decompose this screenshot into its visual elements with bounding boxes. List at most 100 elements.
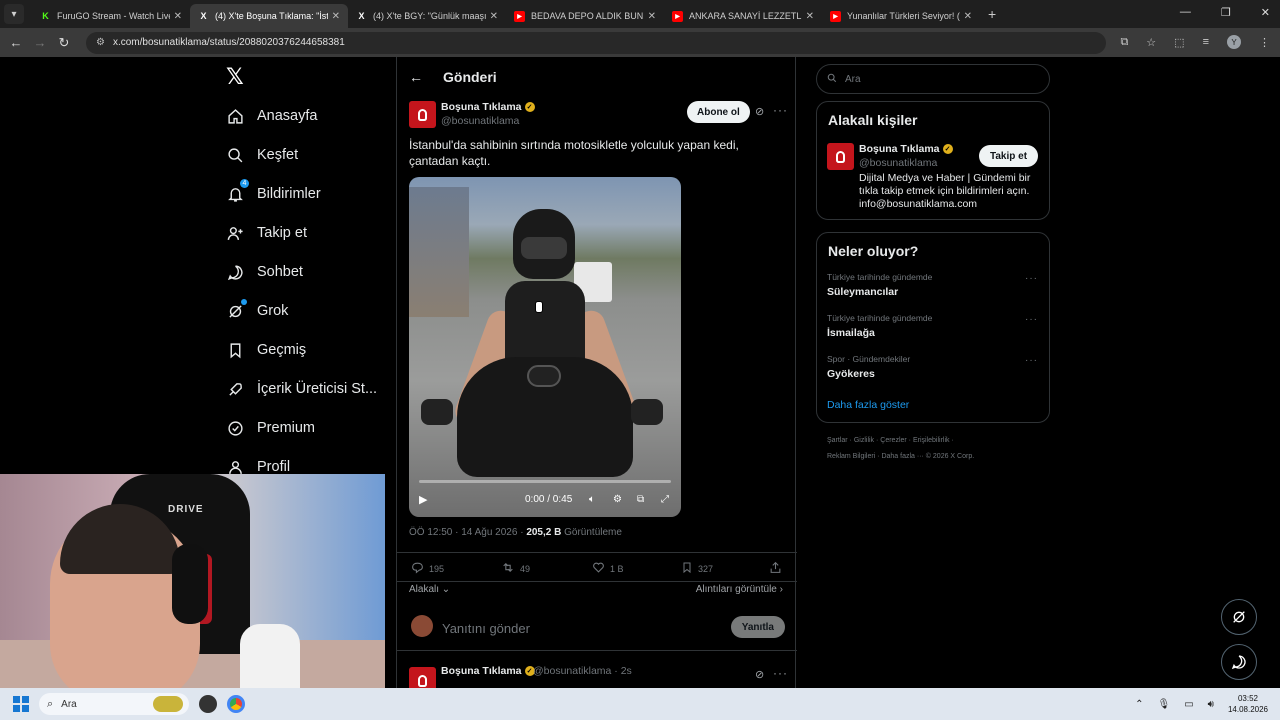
- messages-float-button[interactable]: [1221, 644, 1257, 680]
- taskbar-search[interactable]: ⌕ Ara: [39, 693, 189, 715]
- back-icon[interactable]: ←: [4, 35, 28, 50]
- display-icon[interactable]: ▭: [1184, 699, 1193, 710]
- reply-author-name[interactable]: Boşuna Tıklama ✓: [441, 665, 535, 677]
- url-field[interactable]: ⚙ x.com/bosunatiklama/status/20880203762…: [86, 31, 1106, 54]
- x-logo-icon[interactable]: 𝕏: [226, 65, 244, 90]
- grok-explain-icon[interactable]: ⊘: [755, 105, 764, 118]
- related-label: Alakalı: [409, 584, 440, 595]
- footer-links[interactable]: Şartlar · Gizlilik · Çerezler · Erişileb…: [827, 433, 1047, 449]
- search-input[interactable]: Ara: [816, 64, 1050, 94]
- reply-icon: [411, 561, 424, 577]
- reply-input[interactable]: Yanıtını gönder: [442, 621, 530, 636]
- browser-tab[interactable]: ▶ ANKARA SANAYİ LEZZETLERİN ✕: [664, 4, 822, 28]
- post-text: İstanbul'da sahibinin sırtında motosikle…: [409, 138, 739, 168]
- cast-icon[interactable]: ⧉: [1120, 36, 1128, 49]
- widget-icon[interactable]: [153, 696, 183, 712]
- related-person-avatar[interactable]: [827, 143, 854, 170]
- related-dropdown[interactable]: Alakalı ⌄: [409, 584, 450, 595]
- tray-chevron-icon[interactable]: ⌃: [1135, 699, 1143, 710]
- trend-item[interactable]: Türkiye tarihinde gündemde Süleymancılar: [827, 272, 932, 298]
- tab-label: (4) X'te BGY: "Günlük maaşın ya: [373, 11, 486, 21]
- site-info-icon[interactable]: ⚙: [96, 37, 105, 48]
- bookmark-star-icon[interactable]: ☆: [1146, 36, 1156, 49]
- grok-float-button[interactable]: [1221, 599, 1257, 635]
- trend-item[interactable]: Türkiye tarihinde gündemde İsmailağa: [827, 313, 932, 339]
- play-icon[interactable]: ▶: [419, 493, 427, 506]
- trend-item[interactable]: Spor · Gündemdekiler Gyökeres: [827, 354, 910, 380]
- browser-tab[interactable]: ▶ Yunanlılar Türkleri Seviyor! (Atı ✕: [822, 4, 980, 28]
- sidebar-item-follow[interactable]: Takip et: [226, 224, 307, 242]
- subscribe-button[interactable]: Abone ol: [687, 101, 750, 123]
- trend-more-icon[interactable]: ···: [1025, 273, 1038, 284]
- post-timestamp[interactable]: ÖÖ 12:50 · 14 Ağu 2026 ·: [409, 527, 526, 538]
- close-window-icon[interactable]: ✕: [1261, 6, 1270, 19]
- close-icon[interactable]: ✕: [964, 11, 972, 22]
- fullscreen-icon[interactable]: ⤢: [661, 494, 669, 505]
- reload-icon[interactable]: ↻: [52, 35, 76, 51]
- sidebar-item-premium[interactable]: Premium: [226, 419, 315, 437]
- app-icon[interactable]: [199, 695, 217, 713]
- reply-post[interactable]: Boşuna Tıklama ✓ @bosunatiklama · 2s ⊘ ·…: [397, 659, 797, 688]
- browser-tab[interactable]: X (4) X'te BGY: "Günlük maaşın ya ✕: [348, 4, 506, 28]
- bookmark-action[interactable]: 327: [681, 561, 713, 577]
- browser-tab[interactable]: K FuruGO Stream - Watch Live on ✕: [32, 4, 190, 28]
- extensions-icon[interactable]: ⬚: [1174, 36, 1184, 49]
- reply-author-avatar[interactable]: [409, 667, 436, 688]
- forward-icon[interactable]: →: [28, 35, 52, 50]
- reply-action[interactable]: 195: [411, 561, 444, 577]
- close-icon[interactable]: ✕: [490, 11, 498, 22]
- profile-avatar-icon[interactable]: Y: [1227, 35, 1241, 49]
- show-more-link[interactable]: Daha fazla göster: [827, 399, 909, 411]
- sidebar-item-notifications[interactable]: 4 Bildirimler: [226, 179, 321, 203]
- sidebar-item-chat[interactable]: Sohbet: [226, 263, 303, 281]
- follow-button[interactable]: Takip et: [979, 145, 1039, 167]
- browser-tab-active[interactable]: X (4) X'te Boşuna Tıklama: "İstanb ✕: [190, 4, 348, 28]
- sidebar-item-explore[interactable]: Keşfet: [226, 146, 298, 164]
- pip-icon[interactable]: ⧉: [637, 494, 644, 505]
- browser-toolbar-icons: ⧉ ☆ ⬚ ≡ Y ⋮: [1120, 35, 1270, 49]
- settings-gear-icon[interactable]: ⚙: [613, 494, 622, 505]
- grok-explain-icon[interactable]: ⊘: [755, 668, 764, 681]
- more-options-icon[interactable]: ···: [773, 666, 788, 680]
- sidebar-item-grok[interactable]: Grok: [226, 299, 288, 320]
- sidebar-item-creator-studio[interactable]: İçerik Üreticisi St...: [226, 380, 377, 398]
- share-action[interactable]: [769, 561, 787, 577]
- like-action[interactable]: 1 B: [592, 561, 624, 577]
- volume-icon[interactable]: 🔊︎: [1208, 699, 1214, 710]
- trend-more-icon[interactable]: ···: [1025, 355, 1038, 366]
- sidebar-item-bookmarks[interactable]: Geçmiş: [226, 341, 306, 359]
- video-progress-bar[interactable]: [419, 480, 671, 483]
- sidebar-item-home[interactable]: Anasayfa: [226, 107, 317, 125]
- author-handle[interactable]: @bosunatiklama: [441, 115, 519, 127]
- maximize-icon[interactable]: ❐: [1221, 6, 1231, 19]
- volume-icon[interactable]: 🔈︎: [589, 494, 595, 505]
- post-column: ← Gönderi Boşuna Tıklama ✓ @bosunatiklam…: [396, 57, 797, 688]
- trend-more-icon[interactable]: ···: [1025, 314, 1038, 325]
- repost-action[interactable]: 49: [501, 561, 530, 577]
- close-icon[interactable]: ✕: [174, 11, 182, 22]
- reading-list-icon[interactable]: ≡: [1203, 36, 1209, 48]
- chrome-icon[interactable]: [227, 695, 245, 713]
- windows-start-icon[interactable]: [13, 696, 29, 712]
- related-person-name[interactable]: Boşuna Tıklama ✓: [859, 143, 953, 155]
- browser-tab[interactable]: ▶ BEDAVA DEPO ALDIK BUNLAR ✕: [506, 4, 664, 28]
- minimize-icon[interactable]: —: [1180, 6, 1191, 19]
- new-tab-icon[interactable]: +: [988, 6, 996, 22]
- view-quotes-link[interactable]: Alıntıları görüntüle ›: [696, 584, 783, 595]
- more-options-icon[interactable]: ···: [773, 103, 788, 117]
- menu-dots-icon[interactable]: ⋮: [1259, 36, 1270, 49]
- close-icon[interactable]: ✕: [806, 11, 814, 22]
- microphone-icon[interactable]: 🎙︎: [1157, 699, 1170, 710]
- back-arrow-icon[interactable]: ←: [409, 69, 435, 85]
- close-icon[interactable]: ✕: [332, 11, 340, 22]
- premium-icon: [226, 419, 244, 437]
- related-person-bio: Dijital Medya ve Haber | Gündemi bir tık…: [859, 172, 1031, 210]
- reply-button[interactable]: Yanıtla: [730, 616, 785, 638]
- author-name[interactable]: Boşuna Tıklama ✓: [441, 101, 535, 113]
- footer-links-2[interactable]: Reklam Bilgileri · Daha fazla ··· © 2026…: [827, 449, 1047, 465]
- video-player[interactable]: ▶ 0:00 / 0:45 🔈︎ ⚙ ⧉ ⤢: [409, 177, 681, 517]
- close-icon[interactable]: ✕: [648, 11, 656, 22]
- clock[interactable]: 03:52 14.08.2026: [1228, 693, 1268, 715]
- author-avatar[interactable]: [409, 101, 436, 128]
- tab-search-button[interactable]: ▾: [4, 4, 24, 24]
